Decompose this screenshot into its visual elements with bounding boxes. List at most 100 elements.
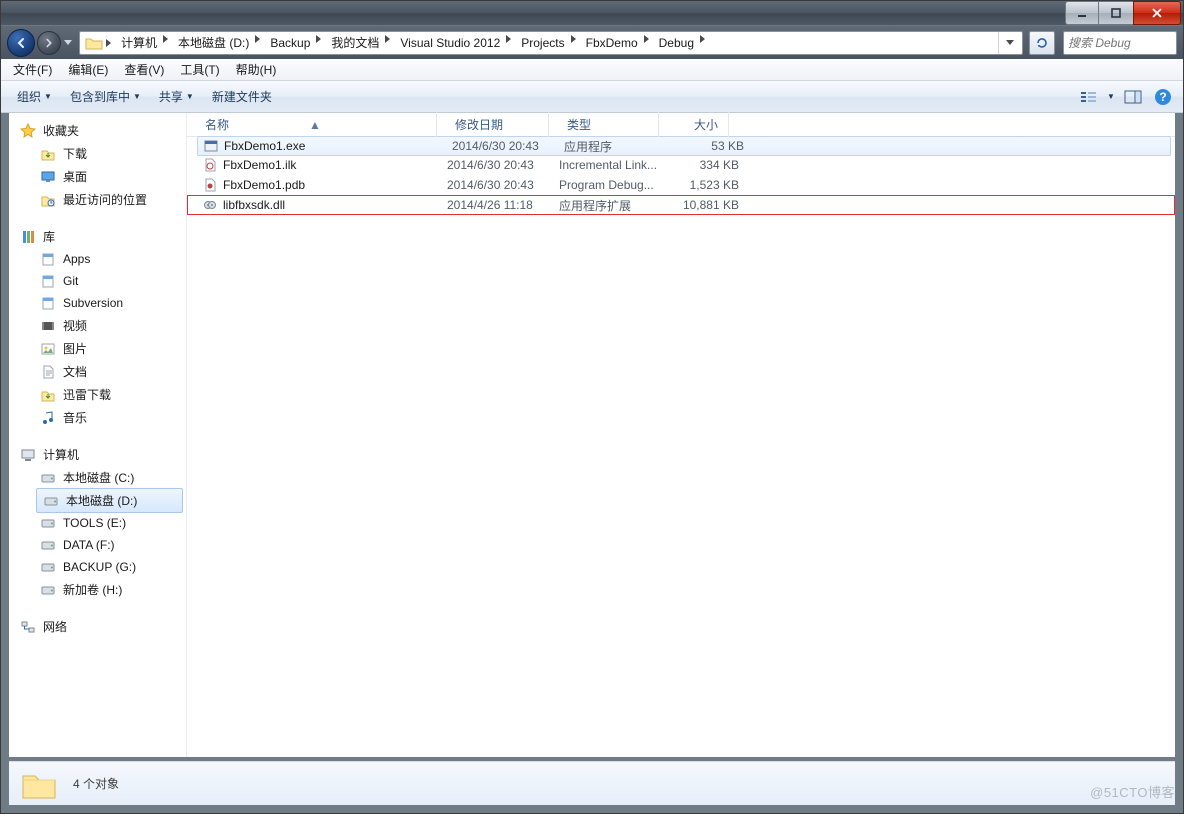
- share-button[interactable]: 共享 ▼: [151, 84, 202, 109]
- folder-icon: [84, 33, 104, 53]
- breadcrumb-segment[interactable]: 计算机: [115, 32, 163, 54]
- sidebar-item[interactable]: BACKUP (G:): [9, 556, 186, 578]
- menu-item[interactable]: 编辑(E): [60, 59, 116, 80]
- file-size: 53 KB: [674, 139, 744, 153]
- file-name: FbxDemo1.pdb: [223, 178, 447, 192]
- file-date: 2014/4/26 11:18: [447, 198, 559, 212]
- file-pane[interactable]: 名称▲ 修改日期 类型 大小 FbxDemo1.exe2014/6/30 20:…: [187, 113, 1175, 757]
- chevron-right-icon[interactable]: [571, 32, 580, 54]
- sidebar-item[interactable]: 迅雷下载: [9, 383, 186, 406]
- sidebar-item[interactable]: 图片: [9, 337, 186, 360]
- chevron-right-icon[interactable]: [506, 32, 515, 54]
- sidebar-item[interactable]: 视频: [9, 314, 186, 337]
- refresh-button[interactable]: [1029, 31, 1055, 55]
- menu-item[interactable]: 查看(V): [116, 59, 172, 80]
- sidebar-item[interactable]: 文档: [9, 360, 186, 383]
- breadcrumb-segment[interactable]: 本地磁盘 (D:): [172, 32, 255, 54]
- chevron-right-icon[interactable]: [316, 32, 325, 54]
- column-headers[interactable]: 名称▲ 修改日期 类型 大小: [187, 113, 1175, 137]
- sidebar-item[interactable]: Apps: [9, 248, 186, 270]
- status-bar: 4 个对象: [9, 761, 1175, 805]
- breadcrumb[interactable]: 计算机本地磁盘 (D:) Backup 我的文档 Visual Studio 2012…: [79, 31, 1023, 55]
- file-date: 2014/6/30 20:43: [447, 178, 559, 192]
- status-text: 4 个对象: [73, 775, 119, 792]
- menu-item[interactable]: 工具(T): [172, 59, 227, 80]
- search-box[interactable]: [1063, 31, 1177, 55]
- search-input[interactable]: [1068, 36, 1184, 50]
- item-icon: [39, 341, 57, 357]
- window-maximize-button[interactable]: [1099, 1, 1133, 25]
- file-icon: [201, 177, 219, 193]
- command-bar: 组织 ▼ 包含到库中 ▼ 共享 ▼ 新建文件夹 ▼ ?: [1, 81, 1183, 113]
- file-name: FbxDemo1.ilk: [223, 158, 447, 172]
- item-icon: [39, 515, 57, 531]
- chevron-right-icon[interactable]: [385, 32, 394, 54]
- file-row[interactable]: libfbxsdk.dll2014/4/26 11:18应用程序扩展10,881…: [187, 195, 1175, 215]
- sidebar-item[interactable]: 本地磁盘 (C:): [9, 466, 186, 489]
- breadcrumb-segment[interactable]: 我的文档: [325, 32, 385, 54]
- column-name[interactable]: 名称▲: [187, 112, 437, 137]
- chevron-right-icon[interactable]: [700, 32, 709, 54]
- sidebar-item[interactable]: 新加卷 (H:): [9, 578, 186, 601]
- preview-pane-button[interactable]: [1119, 85, 1147, 109]
- item-icon: [39, 387, 57, 403]
- sidebar-item[interactable]: TOOLS (E:): [9, 512, 186, 534]
- sidebar-group-header[interactable]: 收藏夹: [9, 119, 186, 142]
- file-row[interactable]: FbxDemo1.exe2014/6/30 20:43应用程序53 KB: [197, 136, 1171, 156]
- item-icon: [42, 493, 60, 509]
- menu-bar: 文件(F)编辑(E)查看(V)工具(T)帮助(H): [1, 59, 1183, 81]
- breadcrumb-dropdown[interactable]: [998, 32, 1020, 54]
- sidebar-item[interactable]: 桌面: [9, 165, 186, 188]
- breadcrumb-segment[interactable]: Backup: [264, 32, 316, 54]
- breadcrumb-segment[interactable]: FbxDemo: [580, 32, 644, 54]
- file-size: 1,523 KB: [669, 178, 739, 192]
- chevron-right-icon[interactable]: [255, 32, 264, 54]
- breadcrumb-segment[interactable]: Debug: [653, 32, 700, 54]
- include-in-library-button[interactable]: 包含到库中 ▼: [62, 84, 149, 109]
- file-size: 10,881 KB: [669, 198, 739, 212]
- column-date[interactable]: 修改日期: [437, 112, 549, 137]
- sidebar-group-header[interactable]: 库: [9, 225, 186, 248]
- back-button[interactable]: [7, 29, 35, 57]
- chevron-right-icon[interactable]: [163, 32, 172, 54]
- file-icon: [201, 197, 219, 213]
- column-size[interactable]: 大小: [659, 112, 729, 137]
- sidebar-group-header[interactable]: 网络: [9, 615, 186, 638]
- view-dropdown[interactable]: ▼: [1105, 92, 1117, 101]
- organize-button[interactable]: 组织 ▼: [9, 84, 60, 109]
- sidebar-item[interactable]: 本地磁盘 (D:): [36, 488, 183, 513]
- svg-text:?: ?: [1159, 90, 1166, 104]
- folder-icon: [21, 768, 57, 800]
- breadcrumb-segment[interactable]: Visual Studio 2012: [394, 32, 506, 54]
- new-folder-button[interactable]: 新建文件夹: [204, 84, 280, 109]
- item-icon: [39, 537, 57, 553]
- item-icon: [39, 273, 57, 289]
- main-area: 收藏夹下载桌面最近访问的位置库AppsGitSubversion视频图片文档迅雷…: [9, 113, 1175, 757]
- sidebar-item[interactable]: 最近访问的位置: [9, 188, 186, 211]
- file-row[interactable]: FbxDemo1.pdb2014/6/30 20:43Program Debug…: [187, 175, 1175, 195]
- view-options-button[interactable]: [1075, 85, 1103, 109]
- breadcrumb-segment[interactable]: Projects: [515, 32, 570, 54]
- item-icon: [39, 410, 57, 426]
- menu-item[interactable]: 帮助(H): [228, 59, 285, 80]
- sidebar-item[interactable]: Subversion: [9, 292, 186, 314]
- chevron-right-icon[interactable]: [106, 36, 115, 50]
- chevron-right-icon[interactable]: [644, 32, 653, 54]
- file-date: 2014/6/30 20:43: [452, 139, 564, 153]
- nav-history-dropdown[interactable]: [61, 30, 75, 56]
- file-row[interactable]: FbxDemo1.ilk2014/6/30 20:43Incremental L…: [187, 155, 1175, 175]
- help-button[interactable]: ?: [1149, 85, 1177, 109]
- sidebar-item[interactable]: 下载: [9, 142, 186, 165]
- navigation-pane[interactable]: 收藏夹下载桌面最近访问的位置库AppsGitSubversion视频图片文档迅雷…: [9, 113, 187, 757]
- forward-button[interactable]: [37, 31, 61, 55]
- sidebar-item[interactable]: 音乐: [9, 406, 186, 429]
- window-close-button[interactable]: [1133, 1, 1181, 25]
- navigation-bar: 计算机本地磁盘 (D:) Backup 我的文档 Visual Studio 2012…: [1, 25, 1183, 59]
- sidebar-item[interactable]: DATA (F:): [9, 534, 186, 556]
- sidebar-group-header[interactable]: 计算机: [9, 443, 186, 466]
- column-type[interactable]: 类型: [549, 112, 659, 137]
- sidebar-item[interactable]: Git: [9, 270, 186, 292]
- menu-item[interactable]: 文件(F): [5, 59, 60, 80]
- window-minimize-button[interactable]: [1065, 1, 1099, 25]
- file-type: 应用程序扩展: [559, 197, 669, 214]
